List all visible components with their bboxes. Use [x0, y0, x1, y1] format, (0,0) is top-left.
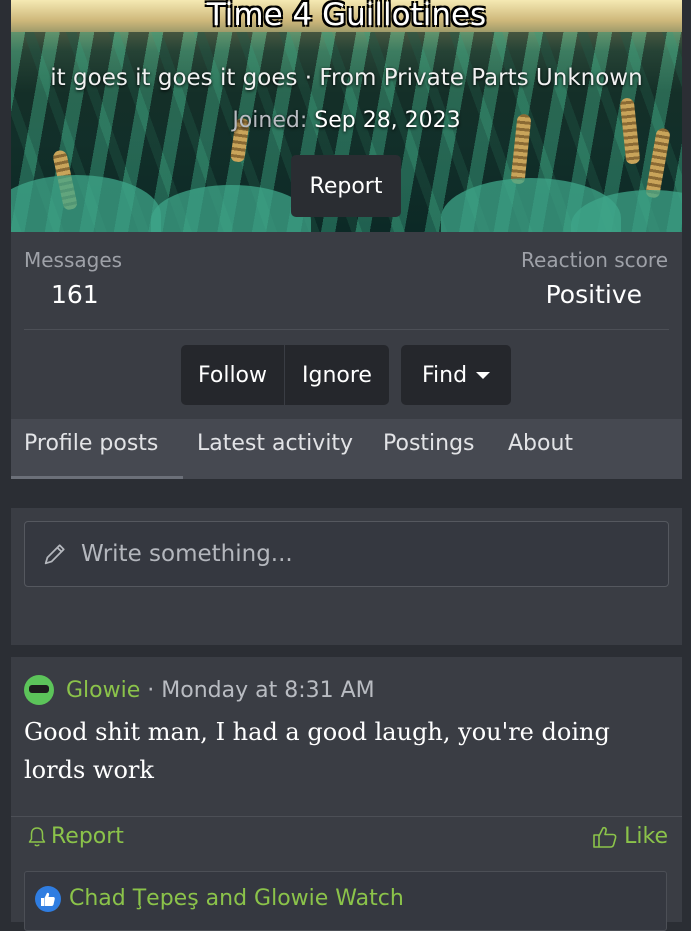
profile-tabs: Profile posts Latest activity Postings A… [11, 419, 682, 479]
post-like-button[interactable]: Like [592, 824, 668, 849]
bell-icon [28, 826, 46, 846]
post-body: Good shit man, I had a good laugh, you'r… [24, 718, 610, 784]
write-something-input[interactable] [79, 540, 643, 568]
thumbs-up-icon [593, 826, 617, 848]
follow-ignore-group: Follow Ignore [181, 345, 389, 405]
profile-post-composer [11, 508, 682, 645]
profile-username: Time 4 Guillotines [206, 0, 487, 33]
reactions-users[interactable]: Chad Ţepeş and Glowie Watch [69, 886, 404, 911]
profile-tagline: it goes it goes it goes · From Private P… [50, 65, 643, 91]
thumbs-up-icon [41, 892, 55, 906]
profile-stats: Messages 161 Reaction score Positive Fol… [11, 232, 682, 419]
profile-banner: Time 4 Guillotines it goes it goes it go… [11, 0, 682, 232]
joined-date: Sep 28, 2023 [314, 108, 461, 133]
tab-postings[interactable]: Postings [383, 431, 475, 456]
like-reaction-icon [35, 886, 61, 912]
profile-card: Time 4 Guillotines it goes it goes it go… [11, 0, 682, 479]
post-report-button[interactable]: Report [27, 824, 124, 849]
tab-profile-posts[interactable]: Profile posts [24, 431, 158, 456]
post-header: Glowie · Monday at 8:31 AM [24, 675, 375, 705]
joined-label: Joined: [232, 108, 308, 133]
post-divider [11, 816, 682, 817]
stats-divider [24, 329, 669, 330]
post-time[interactable]: Monday at 8:31 AM [161, 678, 374, 703]
tab-about[interactable]: About [508, 431, 573, 456]
post-author[interactable]: Glowie [66, 678, 140, 703]
caret-down-icon [476, 371, 491, 379]
tab-latest-activity[interactable]: Latest activity [197, 431, 353, 456]
post-reactions-bar[interactable]: Chad Ţepeş and Glowie Watch [24, 871, 667, 931]
profile-joined: Joined: Sep 28, 2023 [11, 108, 682, 133]
profile-post: Glowie · Monday at 8:31 AM Good shit man… [11, 657, 682, 931]
reaction-score-label: Reaction score [521, 248, 668, 272]
post-like-label: Like [624, 824, 668, 849]
messages-count[interactable]: 161 [51, 280, 99, 309]
report-profile-button[interactable]: Report [291, 155, 401, 217]
active-tab-indicator [11, 476, 183, 479]
pencil-icon [44, 544, 65, 565]
ignore-button[interactable]: Ignore [285, 345, 389, 405]
avatar[interactable] [24, 675, 54, 705]
find-label: Find [421, 362, 468, 388]
follow-button[interactable]: Follow [181, 345, 284, 405]
write-box[interactable] [24, 521, 669, 587]
meta-separator: · [147, 677, 155, 703]
find-dropdown-button[interactable]: Find [401, 345, 511, 405]
post-report-label: Report [51, 824, 124, 849]
messages-label: Messages [24, 248, 123, 272]
reaction-score-value: Positive [545, 280, 642, 309]
